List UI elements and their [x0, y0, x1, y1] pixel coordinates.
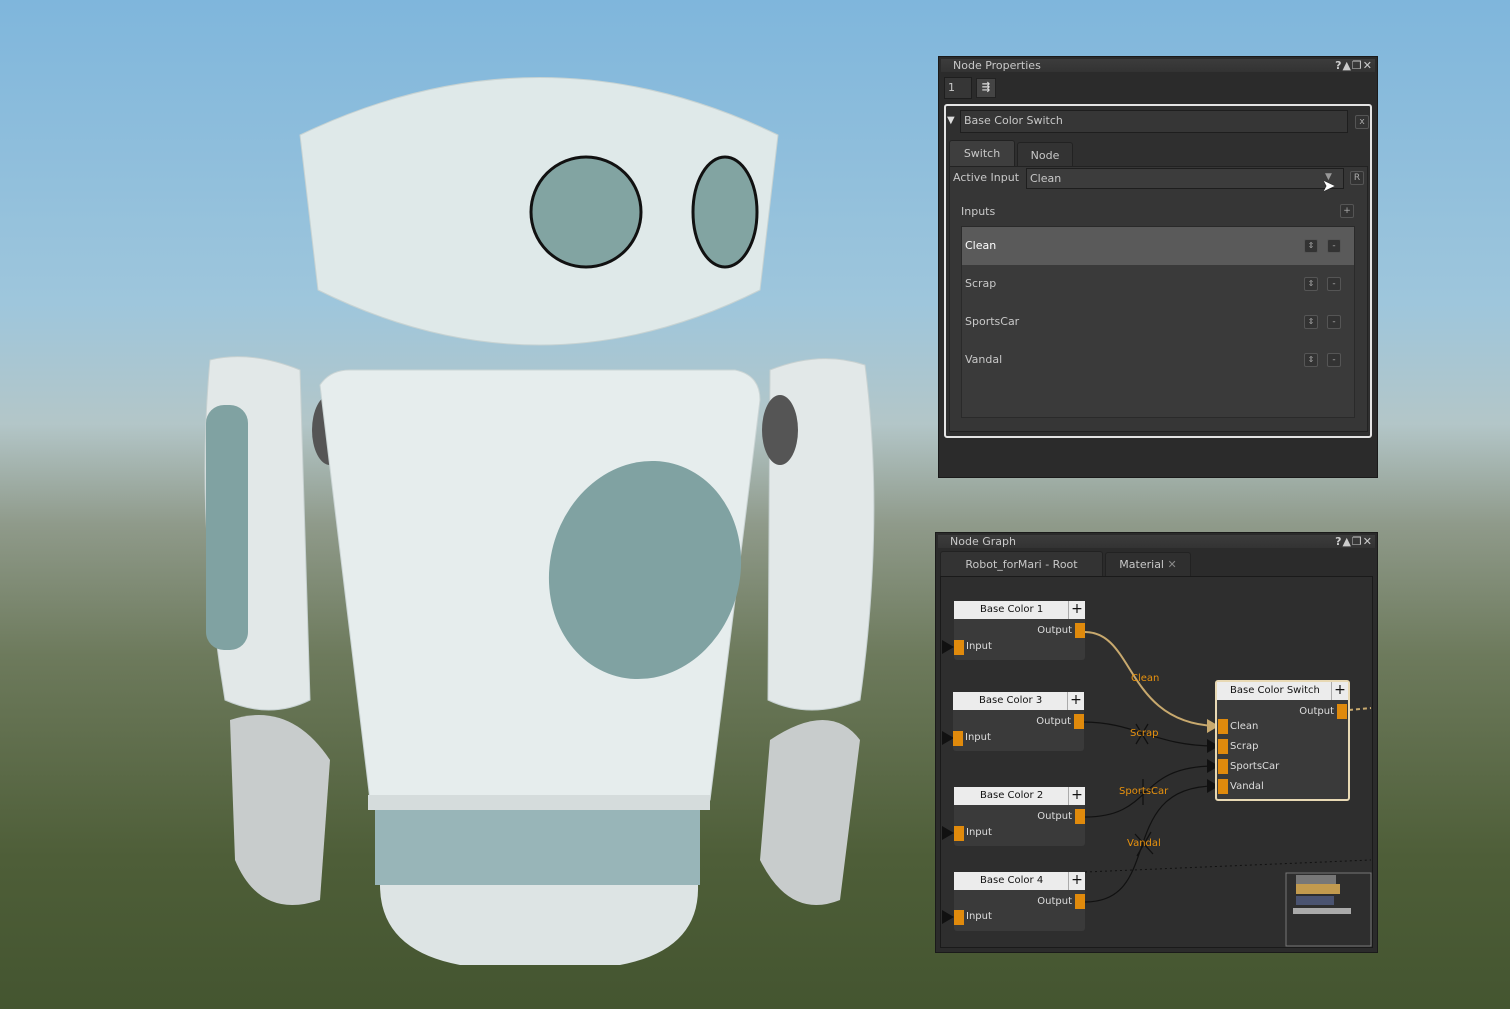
- viewport-robot[interactable]: [0, 0, 930, 1009]
- input-port-vandal[interactable]: [1218, 779, 1228, 794]
- robot-hand-left: [230, 715, 330, 905]
- tab-node[interactable]: Node: [1017, 142, 1073, 166]
- input-port[interactable]: [954, 640, 964, 655]
- reorder-icon[interactable]: ⇕: [1304, 239, 1318, 253]
- output-port[interactable]: [1075, 809, 1085, 824]
- output-port[interactable]: [1074, 714, 1084, 729]
- minimap-node: [1293, 908, 1351, 914]
- edge-label-vandal: Vandal: [1127, 838, 1161, 849]
- node-base-color-switch[interactable]: Base Color Switch + Output Clean Scrap Sp…: [1215, 680, 1350, 801]
- add-input-button[interactable]: +: [1340, 204, 1354, 218]
- edge-label-scrap: Scrap: [1130, 728, 1159, 739]
- clear-icon[interactable]: ⇶: [976, 78, 996, 98]
- robot-eye-left: [529, 155, 643, 269]
- plus-icon[interactable]: +: [1068, 872, 1085, 890]
- reorder-icon[interactable]: ⇕: [1304, 315, 1318, 329]
- reset-button[interactable]: R: [1350, 171, 1364, 185]
- edge-dotted: [1084, 859, 1372, 873]
- plus-icon[interactable]: +: [1067, 692, 1084, 710]
- count-field[interactable]: 1: [944, 77, 972, 99]
- minimap-node: [1296, 896, 1334, 905]
- input-row-vandal[interactable]: Vandal: [962, 341, 1354, 379]
- panel-title: Node Properties ?▲❐✕: [941, 59, 1375, 72]
- active-input-dropdown[interactable]: Clean: [1026, 168, 1344, 189]
- reorder-icon[interactable]: ⇕: [1304, 277, 1318, 291]
- input-port[interactable]: [954, 826, 964, 841]
- close-node-button[interactable]: x: [1355, 115, 1369, 129]
- robot-shoulder-right: [762, 395, 798, 465]
- input-port-sportscar[interactable]: [1218, 759, 1228, 774]
- node-base-color-3[interactable]: Base Color 3 + Output Input: [953, 692, 1084, 751]
- input-port[interactable]: [954, 910, 964, 925]
- output-port[interactable]: [1075, 894, 1085, 909]
- node-base-color-2[interactable]: Base Color 2 + Output Input: [954, 787, 1085, 846]
- remove-input-button[interactable]: -: [1327, 239, 1341, 253]
- plus-icon[interactable]: +: [1331, 682, 1348, 700]
- plus-icon[interactable]: +: [1068, 601, 1085, 619]
- node-name-field[interactable]: Base Color Switch: [960, 110, 1348, 133]
- inputs-label: Inputs: [961, 205, 996, 218]
- node-base-color-1[interactable]: Base Color 1 + Output Input: [954, 601, 1085, 660]
- robot-belt: [368, 795, 710, 810]
- collapse-triangle-icon[interactable]: ▼: [947, 115, 955, 126]
- robot-base: [380, 885, 699, 965]
- window-buttons[interactable]: ?▲❐✕: [1335, 59, 1373, 72]
- remove-input-button[interactable]: -: [1327, 277, 1341, 291]
- robot-arm-panel: [206, 405, 248, 650]
- edge-label-sportscar: SportsCar: [1119, 786, 1169, 797]
- minimap-node: [1296, 875, 1336, 884]
- input-port-clean[interactable]: [1218, 719, 1228, 734]
- mouse-cursor-icon: ➤: [1322, 176, 1336, 195]
- input-row-clean[interactable]: Clean: [962, 227, 1354, 265]
- edge-output: [1348, 707, 1372, 711]
- minimap-node: [1296, 884, 1340, 894]
- robot-hand-right: [760, 720, 860, 905]
- input-row-sportscar[interactable]: SportsCar: [962, 303, 1354, 341]
- remove-input-button[interactable]: -: [1327, 315, 1341, 329]
- active-input-label: Active Input: [953, 171, 1020, 184]
- robot-waist-band: [375, 810, 700, 885]
- output-port[interactable]: [1337, 704, 1347, 719]
- output-port[interactable]: [1075, 623, 1085, 638]
- input-row-scrap[interactable]: Scrap: [962, 265, 1354, 303]
- input-port[interactable]: [953, 731, 963, 746]
- remove-input-button[interactable]: -: [1327, 353, 1341, 367]
- reorder-icon[interactable]: ⇕: [1304, 353, 1318, 367]
- tab-switch[interactable]: Switch: [949, 140, 1015, 166]
- input-arrows: [942, 640, 954, 924]
- edge-label-clean: Clean: [1131, 673, 1160, 684]
- node-base-color-4[interactable]: Base Color 4 + Output Input: [954, 872, 1085, 931]
- robot-eye-right: [691, 155, 759, 269]
- plus-icon[interactable]: +: [1068, 787, 1085, 805]
- input-port-scrap[interactable]: [1218, 739, 1228, 754]
